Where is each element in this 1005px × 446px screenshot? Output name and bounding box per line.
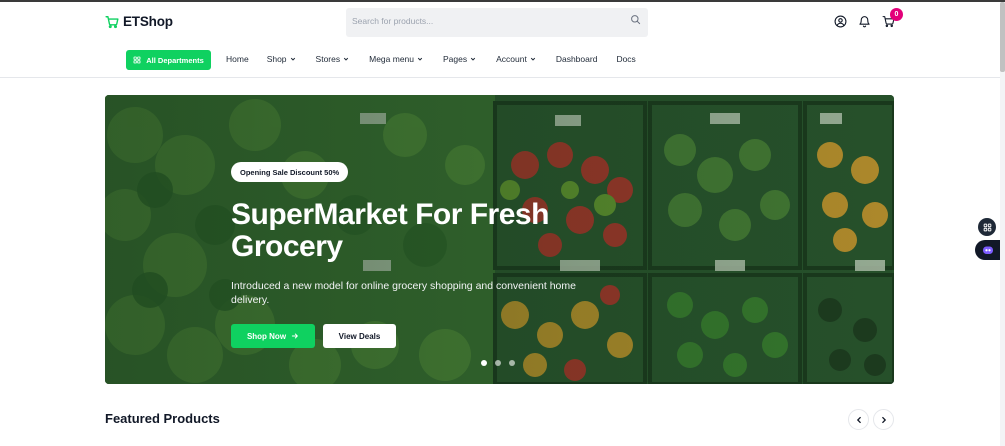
hero-banner: Opening Sale Discount 50% SuperMarket Fo… [105, 95, 894, 384]
nav-item-label: Stores [315, 54, 341, 64]
featured-products-title: Featured Products [105, 411, 220, 426]
grid-icon [983, 223, 991, 231]
nav-item-label: Shop [266, 54, 287, 64]
carousel-dot-3[interactable] [509, 360, 515, 366]
shop-now-button[interactable]: Shop Now [231, 324, 315, 348]
next-button[interactable] [873, 409, 894, 430]
nav-item-label: Pages [443, 54, 468, 64]
main-nav: Home Shop Stores Mega menu Pages Account… [226, 54, 636, 64]
brand-name: ETShop [123, 14, 173, 29]
nav-item-account[interactable]: Account [496, 54, 536, 64]
nav-item-label: Docs [616, 54, 636, 64]
nav-item-label: Account [496, 54, 527, 64]
nav-item-mega-menu[interactable]: Mega menu [369, 54, 423, 64]
chevron-left-icon [856, 416, 861, 423]
carousel-dots [481, 360, 515, 366]
chevron-down-icon [417, 57, 423, 61]
bell-icon[interactable] [858, 15, 871, 28]
all-departments-label: All Departments [146, 55, 204, 65]
nav-item-label: Home [226, 54, 249, 64]
nav-item-label: Mega menu [369, 54, 415, 64]
search-input[interactable]: Search for products... [352, 16, 433, 26]
page-scrollbar-thumb[interactable] [1000, 2, 1005, 72]
cart-icon [105, 15, 119, 28]
nav-item-home[interactable]: Home [226, 54, 249, 64]
nav-item-label: Dashboard [555, 54, 598, 64]
view-deals-button[interactable]: View Deals [323, 324, 396, 348]
sale-badge: Opening Sale Discount 50% [231, 162, 349, 182]
carousel-dot-1[interactable] [481, 360, 487, 366]
window-top-border [0, 0, 1005, 2]
brand-logo[interactable]: ETShop [105, 14, 173, 29]
search-icon[interactable] [630, 14, 641, 25]
chat-widget-button[interactable] [975, 240, 1000, 260]
nav-item-shop[interactable]: Shop [267, 54, 296, 64]
chevron-right-icon [881, 416, 886, 423]
nav-item-dashboard[interactable]: Dashboard [556, 54, 598, 64]
nav-item-docs[interactable]: Docs [616, 54, 635, 64]
prev-button[interactable] [848, 409, 869, 430]
arrow-right-icon [291, 333, 298, 339]
search-bar[interactable]: Search for products... [346, 8, 648, 37]
chevron-down-icon [530, 57, 535, 61]
bot-icon [982, 246, 993, 254]
settings-widget-button[interactable] [978, 218, 996, 236]
cart-count-badge: 0 [890, 8, 903, 21]
hero-description: Introduced a new model for online grocer… [231, 280, 576, 306]
shop-now-label: Shop Now [246, 331, 287, 341]
chevron-down-icon [290, 57, 295, 61]
grid-icon [133, 56, 141, 64]
chevron-down-icon [343, 57, 349, 61]
all-departments-button[interactable]: All Departments [126, 50, 211, 70]
carousel-dot-2[interactable] [495, 360, 501, 366]
nav-item-pages[interactable]: Pages [443, 54, 476, 64]
user-icon[interactable] [834, 15, 847, 28]
chevron-down-icon [470, 57, 476, 61]
hero-title: SuperMarket For Fresh Grocery [231, 198, 549, 263]
nav-item-stores[interactable]: Stores [316, 54, 350, 64]
header-divider [0, 77, 1000, 78]
